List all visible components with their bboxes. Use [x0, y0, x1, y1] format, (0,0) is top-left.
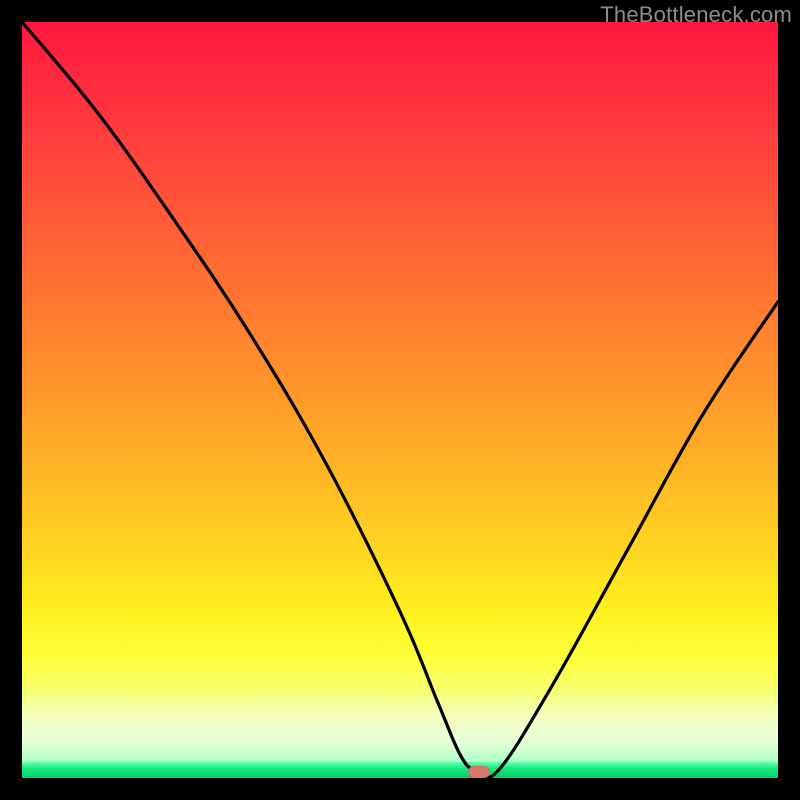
plot-area — [22, 22, 778, 778]
watermark-text: TheBottleneck.com — [600, 2, 792, 28]
green-strip — [22, 762, 778, 778]
bottleneck-curve — [22, 22, 778, 778]
pale-band — [22, 692, 778, 762]
optimal-marker — [468, 766, 490, 778]
chart-frame: TheBottleneck.com — [0, 0, 800, 800]
